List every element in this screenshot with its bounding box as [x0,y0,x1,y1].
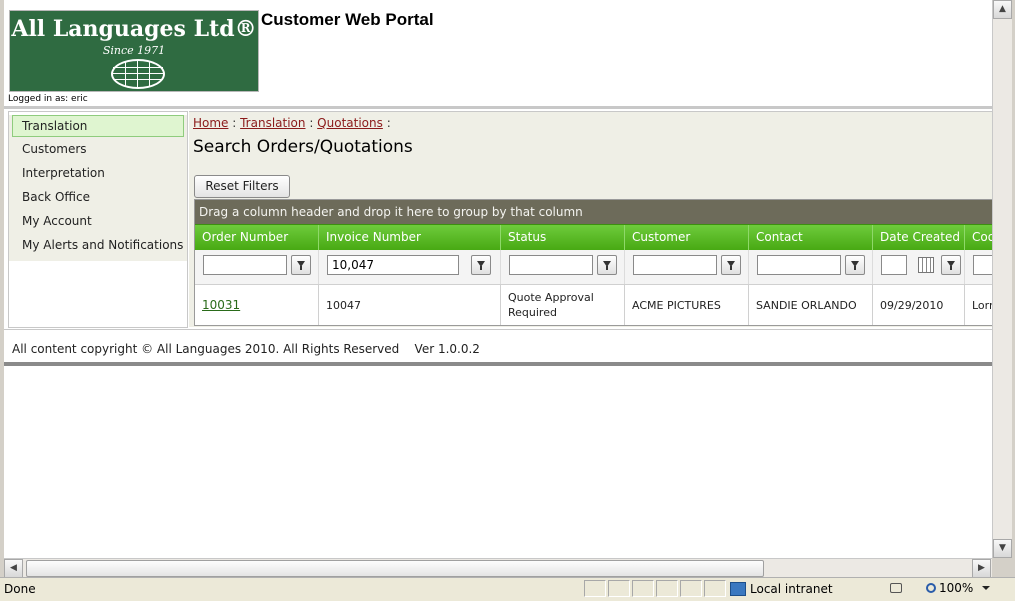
page-footer: All content copyright © All Languages 20… [4,329,992,362]
filter-input-contact[interactable] [757,255,841,275]
sidebar-item-back-office[interactable]: Back Office [9,185,187,209]
filter-cell-customer [625,250,749,284]
cell-status: Quote Approval Required [501,285,625,325]
filter-input-status[interactable] [509,255,593,275]
filter-cell-invoice-number [319,250,501,284]
status-pane [656,580,678,597]
reset-filters-button[interactable]: Reset Filters [194,175,290,198]
grid-filter-row [195,250,992,285]
sidebar-item-interpretation[interactable]: Interpretation [9,161,187,185]
breadcrumb-home[interactable]: Home [193,116,228,130]
main-content: Home : Translation : Quotations : Search… [189,111,992,327]
sidebar-item-my-account[interactable]: My Account [9,209,187,233]
breadcrumb-separator: : [228,116,241,130]
zoom-control[interactable]: 100% [926,581,991,595]
vertical-scrollbar[interactable]: ▲ ▼ [992,0,1012,558]
col-header-status[interactable]: Status [501,225,625,250]
group-by-bar[interactable]: Drag a column header and drop it here to… [195,200,992,224]
col-header-customer[interactable]: Customer [625,225,749,250]
sidebar: Translation Customers Interpretation Bac… [8,111,188,328]
filter-cell-status [501,250,625,284]
orders-grid: Drag a column header and drop it here to… [194,199,992,326]
logo-since: Since 1971 [102,44,166,57]
browser-status-bar: Done Local intranet 100% [0,577,1015,601]
copyright-text: All content copyright © All Languages 20… [12,342,480,356]
funnel-icon[interactable] [845,255,865,275]
cell-customer: ACME PICTURES [625,285,749,325]
cell-invoice-number: 10047 [319,285,501,325]
col-header-coordinator[interactable]: Coo [965,225,992,250]
funnel-icon[interactable] [471,255,491,275]
zoom-icon [926,583,936,593]
filter-input-customer[interactable] [633,255,717,275]
breadcrumb-separator: : [305,116,318,130]
cell-date-created: 09/29/2010 [873,285,965,325]
company-logo: All Languages Ltd® Since 1971 [9,10,259,92]
funnel-icon[interactable] [597,255,617,275]
cell-order-number: 10031 [195,285,319,325]
filter-input-order-number[interactable] [203,255,287,275]
cell-contact: SANDIE ORLANDO [749,285,873,325]
filter-cell-date-created [873,250,965,284]
status-pane [704,580,726,597]
breadcrumb-translation[interactable]: Translation [240,116,305,130]
security-zone[interactable]: Local intranet [730,580,878,597]
col-header-invoice-number[interactable]: Invoice Number [319,225,501,250]
chevron-down-icon[interactable] [982,586,991,590]
col-header-date-created[interactable]: Date Created [873,225,965,250]
col-header-contact[interactable]: Contact [749,225,873,250]
status-text: Done [4,582,36,596]
horizontal-scrollbar[interactable]: ◀ ▶ [4,558,992,578]
divider [4,362,992,366]
grid-header-row: Order Number Invoice Number Status Custo… [195,224,992,250]
calendar-icon[interactable] [918,257,934,273]
browser-viewport: All Languages Ltd® Since 1971 Customer W… [4,0,992,558]
logged-in-label: Logged in as: eric [8,94,88,104]
funnel-icon[interactable] [721,255,741,275]
zone-label: Local intranet [750,581,833,596]
status-pane [584,580,606,597]
globe-icon [111,59,165,89]
breadcrumb-quotations[interactable]: Quotations [317,116,383,130]
col-header-order-number[interactable]: Order Number [195,225,319,250]
protected-mode-icon[interactable] [890,583,902,593]
page-title: Search Orders/Quotations [193,137,413,157]
funnel-icon[interactable] [941,255,961,275]
sidebar-item-translation[interactable]: Translation [12,115,184,137]
filter-input-coordinator[interactable] [973,255,992,275]
filter-input-invoice-number[interactable] [327,255,459,275]
scroll-right-icon[interactable]: ▶ [972,559,991,578]
status-pane [632,580,654,597]
table-row: 10031 10047 Quote Approval Required ACME… [195,285,992,325]
zoom-level: 100% [939,581,974,595]
cell-coordinator: Lorr [972,298,992,312]
portal-title: Customer Web Portal [261,10,434,29]
sidebar-item-my-alerts[interactable]: My Alerts and Notifications [9,233,187,257]
scroll-up-icon[interactable]: ▲ [993,0,1012,19]
status-pane [680,580,702,597]
logo-name: All Languages Ltd® [11,16,257,42]
filter-input-date-created[interactable] [881,255,907,275]
scroll-down-icon[interactable]: ▼ [993,539,1012,558]
intranet-zone-icon [730,581,746,596]
horizontal-scroll-thumb[interactable] [26,560,764,577]
breadcrumb: Home : Translation : Quotations : [193,116,391,130]
filter-cell-contact [749,250,873,284]
filter-cell-order-number [195,250,319,284]
portal-header: All Languages Ltd® Since 1971 Customer W… [4,0,992,109]
status-pane [608,580,630,597]
scroll-left-icon[interactable]: ◀ [4,559,23,578]
order-number-link[interactable]: 10031 [202,298,240,312]
filter-cell-coordinator [965,250,992,284]
sidebar-item-customers[interactable]: Customers [9,137,187,161]
breadcrumb-trailing: : [382,116,391,130]
funnel-icon[interactable] [291,255,311,275]
sidebar-nav: Translation Customers Interpretation Bac… [9,115,187,261]
